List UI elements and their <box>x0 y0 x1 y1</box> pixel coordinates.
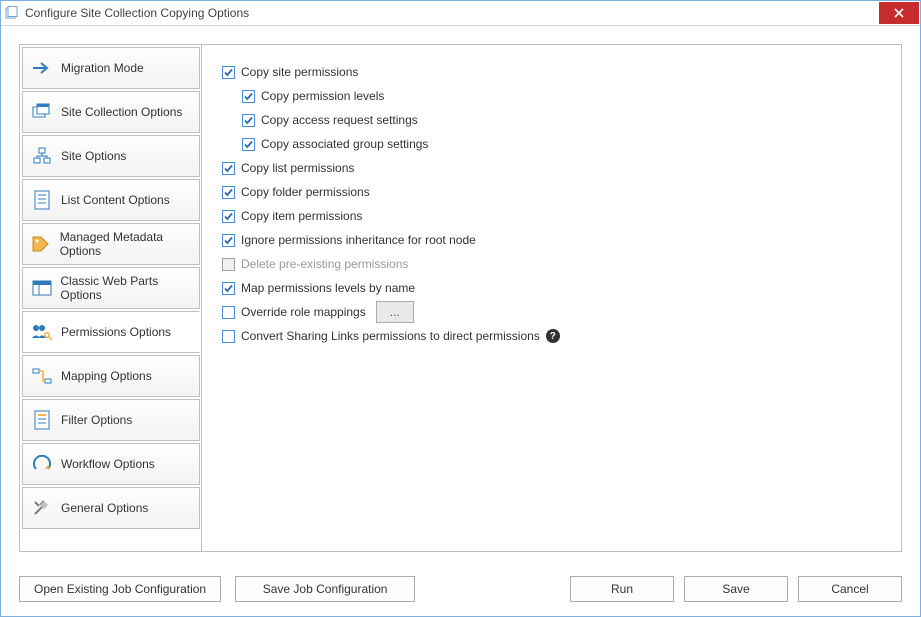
sidebar-item-migration-mode[interactable]: Migration Mode <box>22 47 200 89</box>
checkbox-copy-site-permissions[interactable] <box>222 66 235 79</box>
close-icon <box>894 8 904 18</box>
sidebar-item-label: Filter Options <box>61 413 132 427</box>
sidebar-item-list-content[interactable]: List Content Options <box>22 179 200 221</box>
layout-icon <box>31 277 52 299</box>
sidebar-item-site-collection[interactable]: Site Collection Options <box>22 91 200 133</box>
label-map-levels-by-name: Map permissions levels by name <box>241 281 415 295</box>
sidebar-item-permissions[interactable]: Permissions Options <box>22 311 200 353</box>
save-job-config-button[interactable]: Save Job Configuration <box>235 576 415 602</box>
sidebar: Migration Mode Site Collection Options <box>20 45 202 551</box>
title-bar: Configure Site Collection Copying Option… <box>1 1 920 26</box>
tools-icon <box>31 497 53 519</box>
checkbox-copy-associated-group[interactable] <box>242 138 255 151</box>
label-copy-associated-group: Copy associated group settings <box>261 137 428 151</box>
sidebar-item-classic-web-parts[interactable]: Classic Web Parts Options <box>22 267 200 309</box>
sidebar-item-label: Migration Mode <box>61 61 144 75</box>
checkbox-copy-folder-permissions[interactable] <box>222 186 235 199</box>
list-page-icon <box>31 189 53 211</box>
checkbox-override-role-mappings[interactable] <box>222 306 235 319</box>
sidebar-item-label: General Options <box>61 501 148 515</box>
save-button[interactable]: Save <box>684 576 788 602</box>
sidebar-item-label: List Content Options <box>61 193 170 207</box>
dialog-footer: Open Existing Job Configuration Save Job… <box>1 564 920 616</box>
sidebar-item-label: Site Options <box>61 149 126 163</box>
workflow-arrow-icon <box>31 453 53 475</box>
label-copy-folder-permissions: Copy folder permissions <box>241 185 370 199</box>
tag-icon <box>31 233 52 255</box>
checkbox-convert-sharing-links[interactable] <box>222 330 235 343</box>
sidebar-item-mapping[interactable]: Mapping Options <box>22 355 200 397</box>
label-delete-preexisting: Delete pre-existing permissions <box>241 257 408 271</box>
sidebar-item-label: Workflow Options <box>61 457 155 471</box>
stacked-windows-icon <box>31 101 53 123</box>
sidebar-item-label: Classic Web Parts Options <box>60 274 199 302</box>
sidebar-item-managed-metadata[interactable]: Managed Metadata Options <box>22 223 200 265</box>
override-role-mappings-button[interactable]: ... <box>376 301 414 323</box>
cancel-button[interactable]: Cancel <box>798 576 902 602</box>
label-copy-permission-levels: Copy permission levels <box>261 89 384 103</box>
help-icon[interactable]: ? <box>546 329 560 343</box>
checkbox-copy-item-permissions[interactable] <box>222 210 235 223</box>
open-existing-config-button[interactable]: Open Existing Job Configuration <box>19 576 221 602</box>
sidebar-item-workflow[interactable]: Workflow Options <box>22 443 200 485</box>
window-icon <box>5 6 19 20</box>
label-override-role-mappings: Override role mappings <box>241 305 366 319</box>
checkbox-copy-permission-levels[interactable] <box>242 90 255 103</box>
label-copy-access-request: Copy access request settings <box>261 113 418 127</box>
label-copy-site-permissions: Copy site permissions <box>241 65 358 79</box>
checkbox-map-levels-by-name[interactable] <box>222 282 235 295</box>
mapping-icon <box>31 365 53 387</box>
sidebar-item-filter[interactable]: Filter Options <box>22 399 200 441</box>
sidebar-item-general[interactable]: General Options <box>22 487 200 529</box>
checkbox-copy-access-request[interactable] <box>242 114 255 127</box>
checkbox-delete-preexisting <box>222 258 235 271</box>
sidebar-item-label: Site Collection Options <box>61 105 182 119</box>
label-copy-item-permissions: Copy item permissions <box>241 209 362 223</box>
users-key-icon <box>31 321 53 343</box>
arrow-right-icon <box>31 57 53 79</box>
options-panel: Copy site permissions Copy permission le… <box>201 45 901 551</box>
checkbox-ignore-inheritance-root[interactable] <box>222 234 235 247</box>
window-title: Configure Site Collection Copying Option… <box>25 6 879 20</box>
form-lines-icon <box>31 409 53 431</box>
sidebar-item-label: Permissions Options <box>61 325 171 339</box>
checkbox-copy-list-permissions[interactable] <box>222 162 235 175</box>
label-copy-list-permissions: Copy list permissions <box>241 161 354 175</box>
run-button[interactable]: Run <box>570 576 674 602</box>
sidebar-item-label: Managed Metadata Options <box>60 230 199 258</box>
label-ignore-inheritance-root: Ignore permissions inheritance for root … <box>241 233 476 247</box>
hierarchy-icon <box>31 145 53 167</box>
close-button[interactable] <box>879 2 919 24</box>
label-convert-sharing-links: Convert Sharing Links permissions to dir… <box>241 329 540 343</box>
sidebar-item-site-options[interactable]: Site Options <box>22 135 200 177</box>
sidebar-item-label: Mapping Options <box>61 369 152 383</box>
